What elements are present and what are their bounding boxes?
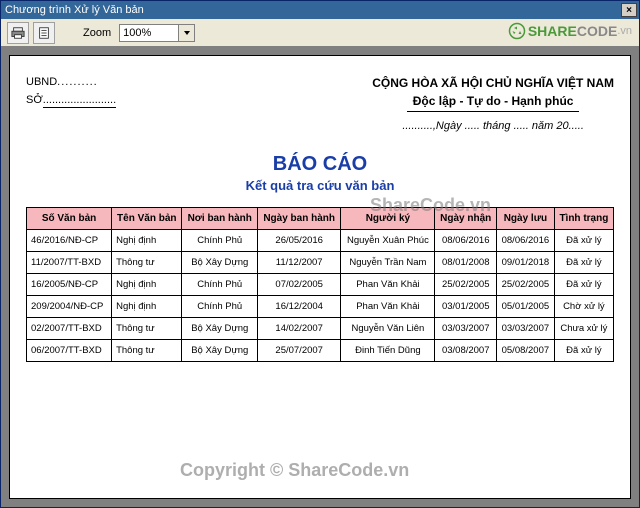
- document-icon: [37, 26, 51, 40]
- column-header: Người ký: [341, 207, 435, 229]
- table-row: 11/2007/TT-BXDThông tưBộ Xây Dựng11/12/2…: [27, 251, 614, 273]
- recycle-icon: [508, 22, 526, 40]
- table-cell: Đã xử lý: [554, 251, 613, 273]
- table-cell: 09/01/2018: [497, 251, 555, 273]
- table-cell: Nghị định: [112, 295, 182, 317]
- table-cell: 03/03/2007: [497, 317, 555, 339]
- table-cell: Đã xử lý: [554, 229, 613, 251]
- table-cell: Nguyễn Trần Nam: [341, 251, 435, 273]
- table-cell: Thông tư: [112, 251, 182, 273]
- export-button[interactable]: [33, 22, 55, 44]
- national-header: CỘNG HÒA XÃ HỘI CHỦ NGHĨA VIỆT NAM Độc l…: [372, 74, 614, 135]
- table-cell: Thông tư: [112, 317, 182, 339]
- table-cell: 03/03/2007: [435, 317, 497, 339]
- report-title: BÁO CÁO: [273, 153, 367, 175]
- table-row: 46/2016/NĐ-CPNghị địnhChính Phủ26/05/201…: [27, 229, 614, 251]
- zoom-label: Zoom: [83, 27, 111, 39]
- print-button[interactable]: [7, 22, 29, 44]
- table-cell: Nghị định: [112, 273, 182, 295]
- table-cell: Phan Văn Khải: [341, 273, 435, 295]
- table-row: 02/2007/TT-BXDThông tưBộ Xây Dựng14/02/2…: [27, 317, 614, 339]
- column-header: Ngày nhận: [435, 207, 497, 229]
- table-cell: Đã xử lý: [554, 273, 613, 295]
- table-cell: 11/2007/TT-BXD: [27, 251, 112, 273]
- table-cell: Chính Phủ: [182, 295, 258, 317]
- column-header: Nơi ban hành: [182, 207, 258, 229]
- table-cell: Thông tư: [112, 339, 182, 361]
- table-cell: 05/01/2005: [497, 295, 555, 317]
- table-cell: 08/06/2016: [435, 229, 497, 251]
- table-row: 06/2007/TT-BXDThông tưBộ Xây Dựng25/07/2…: [27, 339, 614, 361]
- column-header: Tên Văn bản: [112, 207, 182, 229]
- report-page: UBND SỞ........................ CỘNG HÒA…: [9, 55, 631, 499]
- column-header: Tình trạng: [554, 207, 613, 229]
- close-icon[interactable]: ×: [621, 3, 637, 17]
- org-block: UBND SỞ........................: [26, 74, 116, 135]
- table-cell: Bộ Xây Dựng: [182, 317, 258, 339]
- window-title: Chương trình Xử lý Văn bản: [5, 4, 144, 16]
- brand-watermark-logo: SHARECODE.vn: [508, 22, 632, 40]
- table-cell: Bộ Xây Dựng: [182, 339, 258, 361]
- window-titlebar: Chương trình Xử lý Văn bản ×: [1, 1, 639, 19]
- table-cell: 25/02/2005: [497, 273, 555, 295]
- table-cell: Chờ xử lý: [554, 295, 613, 317]
- column-header: Ngày lưu: [497, 207, 555, 229]
- column-header: Ngày ban hành: [258, 207, 341, 229]
- table-cell: Nghị định: [112, 229, 182, 251]
- table-cell: 03/01/2005: [435, 295, 497, 317]
- table-cell: Chưa xử lý: [554, 317, 613, 339]
- printer-icon: [11, 26, 25, 40]
- table-cell: Nguyễn Văn Liên: [341, 317, 435, 339]
- table-cell: 03/08/2007: [435, 339, 497, 361]
- table-cell: 16/12/2004: [258, 295, 341, 317]
- zoom-input[interactable]: [119, 24, 179, 42]
- table-cell: Chính Phủ: [182, 273, 258, 295]
- table-cell: Phan Văn Khải: [341, 295, 435, 317]
- report-title-block: BÁO CÁO Kết quả tra cứu văn bản: [26, 153, 614, 193]
- column-header: Số Văn bản: [27, 207, 112, 229]
- table-cell: Bộ Xây Dựng: [182, 251, 258, 273]
- table-cell: 46/2016/NĐ-CP: [27, 229, 112, 251]
- results-table: Số Văn bảnTên Văn bảnNơi ban hànhNgày ba…: [26, 207, 614, 362]
- table-cell: 05/08/2007: [497, 339, 555, 361]
- chevron-down-icon: [183, 29, 191, 37]
- table-cell: 16/2005/NĐ-CP: [27, 273, 112, 295]
- table-cell: 26/05/2016: [258, 229, 341, 251]
- table-cell: 06/2007/TT-BXD: [27, 339, 112, 361]
- document-viewport: UBND SỞ........................ CỘNG HÒA…: [1, 47, 639, 507]
- table-cell: 02/2007/TT-BXD: [27, 317, 112, 339]
- table-cell: 07/02/2005: [258, 273, 341, 295]
- table-cell: Chính Phủ: [182, 229, 258, 251]
- table-cell: 25/02/2005: [435, 273, 497, 295]
- table-cell: 25/07/2007: [258, 339, 341, 361]
- table-cell: 11/12/2007: [258, 251, 341, 273]
- table-row: 209/2004/NĐ-CPNghị địnhChính Phủ16/12/20…: [27, 295, 614, 317]
- table-cell: Đã xử lý: [554, 339, 613, 361]
- table-cell: Nguyễn Xuân Phúc: [341, 229, 435, 251]
- table-cell: Đinh Tiến Dũng: [341, 339, 435, 361]
- report-subtitle: Kết quả tra cứu văn bản: [26, 178, 614, 193]
- table-cell: 14/02/2007: [258, 317, 341, 339]
- table-row: 16/2005/NĐ-CPNghị địnhChính Phủ07/02/200…: [27, 273, 614, 295]
- table-cell: 209/2004/NĐ-CP: [27, 295, 112, 317]
- table-cell: 08/06/2016: [497, 229, 555, 251]
- zoom-dropdown-button[interactable]: [179, 24, 195, 42]
- table-cell: 08/01/2008: [435, 251, 497, 273]
